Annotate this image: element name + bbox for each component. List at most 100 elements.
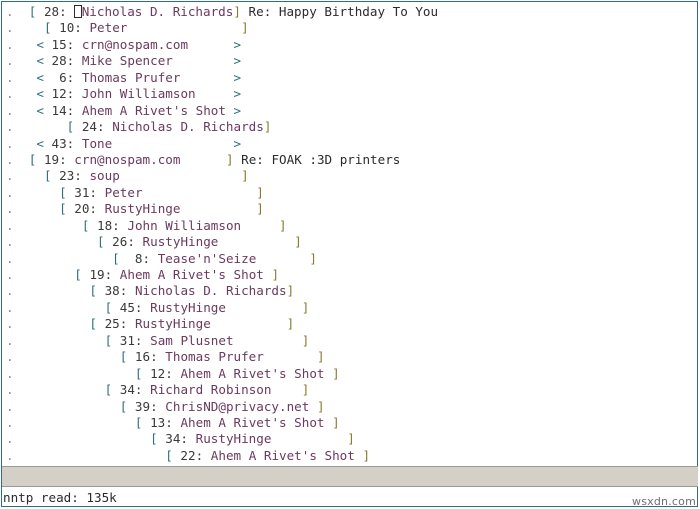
watermark: wsxdn.com — [632, 495, 696, 508]
thread-close-bracket: > — [233, 102, 242, 118]
summary-line[interactable]: . < 6: Thomas Prufer > — [6, 70, 696, 86]
thread-close-bracket: ] — [294, 234, 302, 250]
author-name: RustyHinge — [150, 299, 226, 315]
thread-open-bracket: [ — [59, 201, 67, 217]
thread-indent — [14, 168, 44, 183]
summary-line[interactable]: . [ 10: Peter ] — [6, 20, 696, 36]
summary-line[interactable]: . [ 16: Thomas Prufer ] — [6, 349, 696, 365]
name-gap — [143, 382, 151, 397]
summary-line[interactable]: . [ 19: crn@nospam.com ] Re: FOAK :3D pr… — [6, 152, 696, 168]
summary-line[interactable]: . [ 8: Tease'n'Seize ] — [6, 251, 696, 267]
emacs-frame: . [ 28: Nicholas D. Richards] Re: Happy … — [0, 0, 700, 509]
thread-close-bracket: ] — [225, 151, 234, 167]
unread-mark: . — [6, 447, 14, 463]
summary-line[interactable]: . [ 12: Ahem A Rivet's Shot ] — [6, 366, 696, 382]
unread-mark: . — [6, 20, 14, 36]
name-gap — [203, 448, 211, 463]
article-line-count: 23: — [51, 168, 82, 184]
summary-line[interactable]: . < 14: Ahem A Rivet's Shot > — [6, 103, 696, 119]
name-pad — [180, 201, 256, 216]
article-line-count: 18: — [89, 217, 120, 233]
unread-mark: . — [6, 414, 14, 430]
thread-close-bracket: ] — [241, 20, 249, 36]
author-name: Nicholas D. Richards — [81, 4, 234, 19]
unread-mark: . — [6, 267, 14, 282]
summary-line[interactable]: . [ 22: Ahem A Rivet's Shot ] — [6, 448, 696, 464]
name-gap — [150, 251, 158, 266]
name-gap — [74, 103, 82, 118]
summary-line[interactable]: . [ 18: John Williamson ] — [6, 218, 696, 234]
name-pad — [325, 366, 333, 381]
unread-mark: . — [6, 86, 14, 102]
name-gap — [74, 53, 82, 68]
thread-open-bracket: [ — [97, 234, 105, 250]
name-gap — [74, 136, 82, 151]
unread-mark: . — [6, 36, 14, 52]
name-pad — [211, 316, 287, 331]
author-name: Ahem A Rivet's Shot — [119, 267, 264, 282]
thread-indent — [14, 366, 135, 381]
summary-line[interactable]: . < 28: Mike Spencer > — [6, 53, 696, 69]
thread-open-bracket: [ — [43, 168, 52, 184]
author-name: Tease'n'Seize — [157, 250, 257, 266]
thread-close-bracket: ] — [241, 168, 249, 184]
thread-close-bracket: > — [233, 36, 242, 52]
summary-line[interactable]: . [ 38: Nicholas D. Richards] — [6, 283, 696, 299]
summary-line[interactable]: . [ 28: Nicholas D. Richards] Re: Happy … — [6, 4, 696, 20]
article-line-count: 19: — [81, 267, 113, 282]
thread-close-bracket: ] — [233, 4, 241, 19]
summary-line[interactable]: . [ 19: Ahem A Rivet's Shot ] — [6, 267, 696, 283]
summary-line[interactable]: . [ 25: RustyHinge ] — [6, 316, 696, 332]
thread-close-bracket: ] — [316, 398, 325, 414]
thread-indent — [14, 283, 90, 298]
text-cursor — [74, 5, 82, 18]
thread-indent — [14, 218, 82, 233]
summary-line[interactable]: . [ 39: ChrisND@privacy.net ] — [6, 399, 696, 415]
thread-open-bracket: < — [36, 102, 44, 118]
summary-line[interactable]: . [ 34: Richard Robinson ] — [6, 382, 696, 398]
author-name: crn@nospam.com — [74, 151, 181, 167]
summary-line[interactable]: . [ 13: Ahem A Rivet's Shot ] — [6, 415, 696, 431]
summary-line[interactable]: . < 15: crn@nospam.com > — [6, 37, 696, 53]
unread-mark: . — [6, 283, 14, 299]
article-line-count: 24: — [74, 119, 105, 135]
summary-line[interactable]: . [ 20: RustyHinge ] — [6, 201, 696, 217]
thread-close-bracket: ] — [332, 414, 340, 430]
author-name: soup — [89, 168, 120, 184]
author-name: Ahem A Rivet's Shot — [180, 365, 325, 381]
article-subject: Re: FOAK :3D printers — [241, 151, 401, 167]
article-line-count: 43: — [43, 135, 75, 151]
unread-mark: . — [6, 349, 14, 365]
summary-line[interactable]: . [ 31: Sam Plusnet ] — [6, 333, 696, 349]
thread-open-bracket: [ — [134, 365, 143, 381]
article-line-count: 26: — [104, 234, 135, 250]
summary-line[interactable]: . [ 23: soup ] — [6, 168, 696, 184]
thread-open-bracket: [ — [112, 250, 120, 266]
name-pad — [218, 234, 294, 249]
unread-mark: . — [6, 69, 14, 85]
name-pad — [127, 20, 241, 35]
summary-line[interactable]: . < 12: John Williamson > — [6, 86, 696, 102]
summary-line[interactable]: . [ 45: RustyHinge ] — [6, 300, 696, 316]
summary-line[interactable]: . [ 34: RustyHinge ] — [6, 431, 696, 447]
unread-mark: . — [6, 102, 14, 118]
name-gap — [97, 201, 105, 216]
author-name: John Williamson — [127, 217, 242, 233]
article-line-count: 31: — [66, 184, 98, 200]
unread-mark: . — [6, 135, 14, 151]
subject-gap — [241, 4, 249, 19]
gnus-summary-buffer[interactable]: . [ 28: Nicholas D. Richards] Re: Happy … — [6, 4, 696, 464]
author-name: crn@nospam.com — [81, 36, 189, 52]
summary-line[interactable]: . [ 31: Peter ] — [6, 185, 696, 201]
author-name: John Williamson — [81, 86, 196, 102]
author-name: Thomas Prufer — [165, 349, 264, 365]
thread-close-bracket: > — [233, 135, 242, 151]
summary-line[interactable]: . [ 26: RustyHinge ] — [6, 234, 696, 250]
thread-indent — [14, 234, 97, 249]
thread-indent — [14, 382, 105, 397]
name-pad — [226, 103, 234, 118]
summary-line[interactable]: . < 43: Tone > — [6, 136, 696, 152]
mode-line[interactable]: U:--@ u.r.sheds [0] {306 more} Top (1,9)… — [2, 466, 698, 487]
summary-line[interactable]: . [ 24: Nicholas D. Richards] — [6, 119, 696, 135]
name-pad — [188, 37, 234, 52]
